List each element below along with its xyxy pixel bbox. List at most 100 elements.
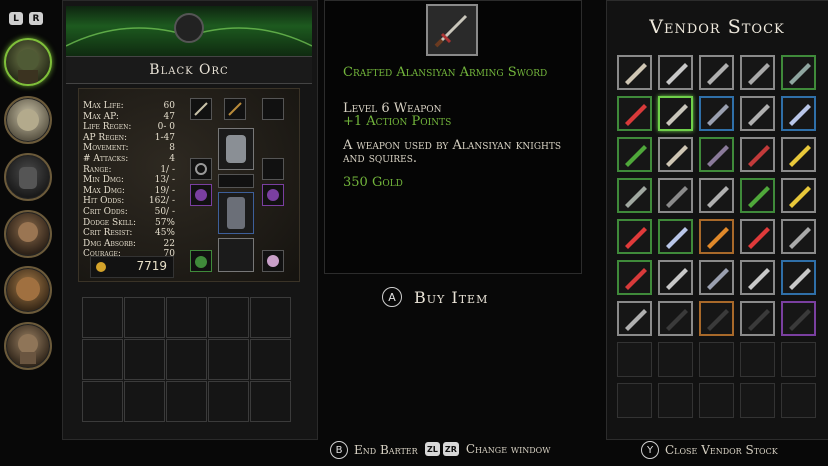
equip-slot-empty-2[interactable] (262, 158, 284, 180)
equip-slot-offhand[interactable] (224, 98, 246, 120)
vendor-item-slot[interactable] (658, 96, 693, 131)
vendor-item-slot[interactable] (617, 96, 652, 131)
vendor-item-slot[interactable] (781, 55, 816, 90)
vendor-item-slot[interactable] (699, 260, 734, 295)
inventory-slot[interactable] (82, 297, 123, 338)
inventory-slot[interactable] (124, 297, 165, 338)
party-portrait-5[interactable] (4, 266, 52, 314)
vendor-empty-slot[interactable] (740, 383, 775, 418)
vendor-item-slot[interactable] (658, 301, 693, 336)
party-portrait-6[interactable] (4, 322, 52, 370)
equip-slot-boots[interactable] (218, 238, 254, 272)
stat-value: 1-47 (154, 132, 175, 143)
buy-item-button[interactable]: A Buy Item (382, 287, 488, 307)
equip-slot-empty-1[interactable] (262, 98, 284, 120)
equip-slot-ring[interactable] (190, 158, 212, 180)
stat-label: Max Dmg: (83, 185, 125, 196)
vendor-item-slot[interactable] (781, 260, 816, 295)
vendor-item-slot[interactable] (617, 178, 652, 213)
vendor-empty-slot[interactable] (781, 383, 816, 418)
vendor-item-slot[interactable] (617, 137, 652, 172)
sword-icon (194, 102, 208, 116)
vendor-item-slot[interactable] (699, 55, 734, 90)
vendor-empty-slot[interactable] (617, 383, 652, 418)
vendor-item-slot[interactable] (699, 219, 734, 254)
party-portrait-3[interactable] (4, 153, 52, 201)
vendor-item-slot[interactable] (781, 137, 816, 172)
inventory-slot[interactable] (124, 381, 165, 422)
sword-icon (666, 268, 688, 290)
vendor-item-slot[interactable] (658, 137, 693, 172)
equip-slot-belt[interactable] (218, 174, 254, 188)
inventory-slot[interactable] (250, 297, 291, 338)
vendor-item-slot[interactable] (781, 178, 816, 213)
stat-row: Max Life: 60 (83, 101, 175, 112)
vendor-empty-slot[interactable] (658, 383, 693, 418)
equip-slot-rune-2[interactable] (262, 184, 284, 206)
inventory-slot[interactable] (208, 381, 249, 422)
sword-icon (666, 63, 688, 85)
vendor-item-slot[interactable] (658, 260, 693, 295)
equip-slot-chest[interactable] (218, 128, 254, 170)
vendor-item-slot[interactable] (699, 178, 734, 213)
inventory-slot[interactable] (166, 339, 207, 380)
vendor-item-slot[interactable] (740, 301, 775, 336)
vendor-item-slot[interactable] (699, 96, 734, 131)
faded-item-icon (666, 309, 688, 331)
inventory-slot[interactable] (82, 339, 123, 380)
vendor-item-slot[interactable] (658, 219, 693, 254)
equip-slot-legs[interactable] (218, 192, 254, 234)
axe-icon (707, 63, 729, 85)
vendor-item-slot[interactable] (740, 96, 775, 131)
close-vendor-button[interactable]: Y Close Vendor Stock (641, 441, 778, 459)
r-button-icon[interactable]: R (29, 12, 43, 25)
change-window-button[interactable]: ZL ZR Change window (425, 442, 550, 456)
vendor-empty-slot[interactable] (617, 342, 652, 377)
arming-sword-icon (666, 104, 688, 126)
vendor-empty-slot[interactable] (699, 342, 734, 377)
ogre-portrait-icon (16, 277, 40, 301)
vendor-item-slot[interactable] (781, 301, 816, 336)
vendor-item-slot[interactable] (699, 137, 734, 172)
vendor-item-slot[interactable] (740, 219, 775, 254)
vendor-item-slot[interactable] (781, 219, 816, 254)
inventory-slot[interactable] (250, 339, 291, 380)
inventory-slot[interactable] (208, 339, 249, 380)
equip-slot-weapon[interactable] (190, 98, 212, 120)
party-portrait-4[interactable] (4, 210, 52, 258)
character-name: Black Orc (66, 56, 312, 84)
inventory-slot[interactable] (124, 339, 165, 380)
vendor-empty-slot[interactable] (699, 383, 734, 418)
vendor-item-slot[interactable] (781, 96, 816, 131)
vendor-item-slot[interactable] (699, 301, 734, 336)
l-button-icon[interactable]: L (9, 12, 23, 25)
party-portrait-2[interactable] (4, 96, 52, 144)
vendor-item-slot[interactable] (617, 219, 652, 254)
vendor-item-slot[interactable] (740, 55, 775, 90)
end-barter-button[interactable]: B End Barter (330, 441, 418, 459)
equip-slot-potion[interactable] (190, 250, 212, 272)
vendor-item-slot[interactable] (617, 301, 652, 336)
party-portrait-orc[interactable] (4, 38, 52, 86)
vendor-empty-slot[interactable] (781, 342, 816, 377)
inventory-slot[interactable] (208, 297, 249, 338)
stat-value: 22 (163, 238, 175, 249)
vendor-item-slot[interactable] (658, 178, 693, 213)
vendor-item-slot[interactable] (740, 260, 775, 295)
vendor-item-slot[interactable] (740, 178, 775, 213)
vendor-item-slot[interactable] (617, 260, 652, 295)
equip-slot-item[interactable] (262, 250, 284, 272)
vendor-empty-slot[interactable] (658, 342, 693, 377)
inventory-slot[interactable] (166, 381, 207, 422)
item-description: A weapon used by Alansiyan knights and s… (343, 138, 562, 166)
inventory-slot[interactable] (166, 297, 207, 338)
vendor-item-slot[interactable] (658, 55, 693, 90)
vendor-item-slot[interactable] (740, 137, 775, 172)
vendor-item-slot[interactable] (617, 55, 652, 90)
equip-slot-rune-1[interactable] (190, 184, 212, 206)
inventory-slot[interactable] (250, 381, 291, 422)
stat-row: Life Regen: 0- 0 (83, 122, 175, 133)
inventory-slot[interactable] (82, 381, 123, 422)
a-button-icon: A (382, 287, 402, 307)
vendor-empty-slot[interactable] (740, 342, 775, 377)
